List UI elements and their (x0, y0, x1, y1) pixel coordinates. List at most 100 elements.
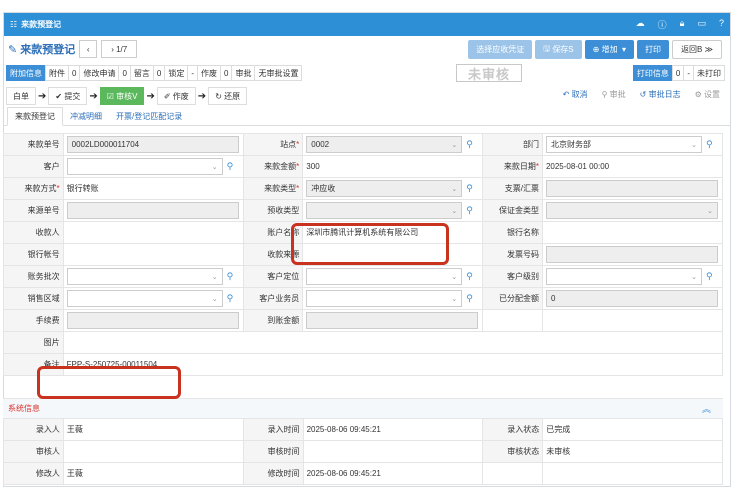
date-field[interactable]: 2025-08-01 00:00 (541, 155, 724, 178)
help-icon[interactable]: ? (719, 18, 724, 31)
approve-link[interactable]: ⚲ 审批 (602, 89, 626, 100)
invoice-no-field[interactable] (545, 246, 718, 263)
cancel-label: 取消 (571, 90, 588, 99)
allocated-field[interactable]: 0 (545, 290, 718, 307)
search-icon[interactable]: ⚲ (466, 205, 473, 216)
tab-offset-detail[interactable]: 冲减明细 (63, 108, 109, 125)
print-button[interactable]: 打印 (637, 40, 670, 59)
step-restore-label: 还原 (224, 91, 241, 101)
approval-label[interactable]: 审批 (231, 65, 256, 81)
salesman-select[interactable]: ⌄ (306, 290, 463, 307)
search-icon[interactable]: ⚲ (466, 271, 473, 282)
step-draft[interactable]: 白单 (6, 87, 36, 105)
step-review-label: 审核V (116, 91, 138, 101)
amount-label-text: 来款金额 (264, 162, 297, 171)
highlight-remark (37, 366, 181, 399)
chevron-up-icon[interactable]: ︽ (702, 402, 711, 415)
caret-down-icon[interactable]: ▾ (622, 45, 626, 54)
info-icon[interactable]: ⓘ (658, 18, 667, 31)
payee-field[interactable] (62, 221, 244, 244)
window-icon[interactable]: ▭ (697, 18, 706, 31)
site-select[interactable]: 0002 ⌄ (306, 136, 463, 153)
entry-status-value: 已完成 (542, 418, 723, 441)
pager[interactable]: › 1/7 (101, 40, 138, 58)
tab-receipt[interactable]: 来款预登记 (7, 107, 63, 126)
search-icon[interactable]: ⚲ (227, 271, 234, 282)
dept-select[interactable]: 北京财务部 ⌄ (545, 136, 702, 153)
search-icon[interactable]: ⚲ (706, 271, 713, 282)
cust-pos-label: 客户定位 (242, 265, 304, 288)
attachment-label[interactable]: 附件 (45, 65, 69, 81)
fee-field[interactable] (66, 312, 239, 329)
source-no-field[interactable] (66, 202, 239, 219)
print-info-tab[interactable]: 打印信息 (632, 65, 673, 81)
payee-label: 收款人 (3, 221, 64, 244)
type-value: 冲应收 (311, 184, 336, 193)
step-restore[interactable]: ↻ 还原 (208, 87, 248, 105)
save-button[interactable]: 🖫︎ 保存S (535, 40, 582, 59)
bank-name-field[interactable] (541, 221, 724, 244)
step-submit[interactable]: ✔ 提交 (48, 87, 88, 105)
select-voucher-button[interactable]: 选择应收凭证 (468, 40, 533, 59)
step-submit-label: 提交 (64, 91, 81, 101)
required-mark: * (296, 162, 300, 171)
eraser-icon: ✐ (163, 91, 171, 101)
grid-icon[interactable]: ☷ (10, 20, 17, 29)
search-icon[interactable]: ⚲ (466, 139, 473, 150)
customer-label: 客户 (3, 155, 64, 178)
region-label: 销售区域 (3, 287, 64, 310)
modify-request-label[interactable]: 修改申请 (79, 65, 120, 81)
search-icon[interactable]: ⚲ (466, 183, 473, 194)
region-select[interactable]: ⌄ (66, 290, 223, 307)
void-label[interactable]: 作废 (197, 65, 222, 81)
received-field[interactable] (306, 312, 479, 329)
deposit-select[interactable]: ⌄ (545, 202, 718, 219)
receipt-no-field[interactable]: 0002LD000011704 (66, 136, 239, 153)
back-button[interactable]: 返回B ≫ (672, 40, 722, 59)
allocated-label: 已分配金额 (482, 287, 543, 310)
settings-link[interactable]: ⚙ 设置 (695, 89, 720, 100)
cloud-icon[interactable]: ☁ (636, 18, 645, 31)
check-field[interactable] (545, 180, 718, 197)
form-row: 来源单号 预收类型 ⌄ ⚲ 保证金类型 ⌄ (3, 199, 724, 222)
search-icon[interactable]: ⚲ (706, 139, 713, 150)
dept-value: 北京财务部 (550, 140, 591, 149)
customer-select[interactable]: ⌄ (66, 158, 223, 175)
message-label[interactable]: 留言 (129, 65, 154, 81)
approval-log-link[interactable]: ↺ 审批日志 (640, 89, 681, 100)
add-button[interactable]: ⊕ 增加 ▾ (584, 40, 635, 59)
cust-pos-select[interactable]: ⌄ (306, 268, 463, 285)
dept-label: 部门 (482, 133, 543, 156)
workflow-bar: 白单 ➔ ✔ 提交 ➔ ☑ 审核V ➔ ✐ 作废 ➔ ↻ 还原 ↶ 取消 ⚲ 审… (4, 84, 730, 108)
step-review[interactable]: ☑ 审核V (99, 87, 145, 105)
search-icon[interactable]: ⚲ (227, 161, 234, 172)
attach-info-tab[interactable]: 附加信息 (6, 65, 46, 81)
fee-label: 手续费 (3, 309, 64, 332)
tab-invoice-match[interactable]: 开票/登记匹配记录 (109, 108, 189, 125)
chevron-down-icon: ⌄ (211, 295, 218, 303)
modify-time-label: 修改时间 (242, 462, 304, 485)
step-void[interactable]: ✐ 作废 (156, 87, 196, 105)
lock-label[interactable]: 锁定 (164, 65, 189, 81)
entry-status-label: 录入状态 (482, 418, 544, 441)
type-select[interactable]: 冲应收 ⌄ (306, 180, 463, 197)
search-icon[interactable]: ⚲ (466, 293, 473, 304)
required-mark: * (296, 140, 300, 149)
picture-field[interactable] (62, 331, 724, 354)
tab-bar: 来款预登记 冲减明细 开票/登记匹配记录 (4, 107, 730, 126)
search-icon[interactable]: ⚲ (227, 293, 234, 304)
cust-level-select[interactable]: ⌄ (545, 268, 702, 285)
amount-field[interactable]: 300 (302, 155, 484, 178)
cust-level-label: 客户级别 (482, 265, 543, 288)
bank-account-field[interactable] (62, 243, 244, 266)
method-field[interactable]: 银行转账 (62, 177, 244, 200)
lock-icon[interactable]: 🔒︎ (680, 18, 685, 31)
undo-icon: ↶ (562, 90, 570, 99)
approve-icon: ⚲ (601, 90, 608, 99)
cancel-link[interactable]: ↶ 取消 (563, 89, 588, 100)
edit-icon: ✎ (8, 43, 18, 56)
prev-button[interactable]: ‹ (79, 40, 98, 58)
batch-select[interactable]: ⌄ (66, 268, 223, 285)
prepay-select[interactable]: ⌄ (306, 202, 463, 219)
chevron-right-icon: › (111, 44, 114, 54)
